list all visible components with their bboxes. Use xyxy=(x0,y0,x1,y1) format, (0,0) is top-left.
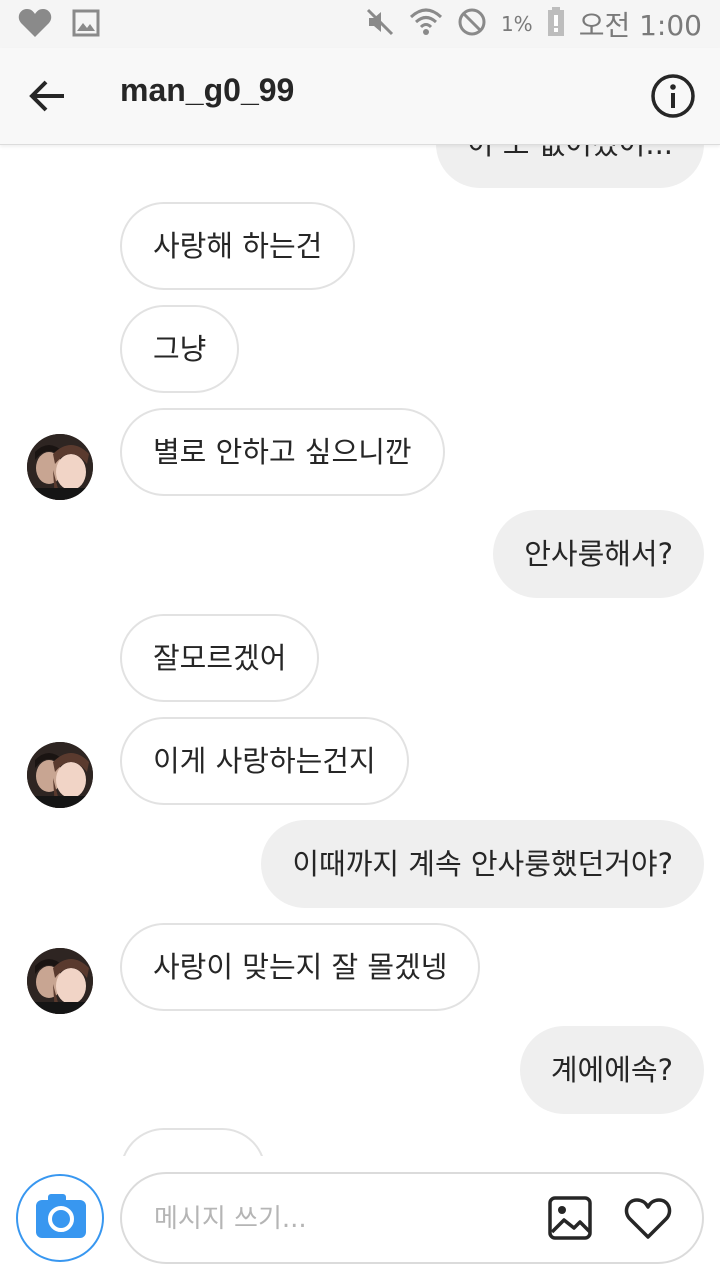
message-bubble-outgoing[interactable]: 안사룽해서? xyxy=(493,510,704,598)
message-bubble-outgoing[interactable]: 이 도 없어졌어... xyxy=(435,144,704,188)
message-bubble-outgoing[interactable]: 계에에속? xyxy=(519,1026,704,1114)
message-bubble-incoming[interactable]: 사랑이 맞는지 잘 몰겠넹 xyxy=(120,923,481,1011)
message-bubble-incoming[interactable]: 별로 안하고 싶으니깐 xyxy=(120,408,445,496)
conversation-title[interactable]: man_g0_99 xyxy=(120,72,294,109)
avatar[interactable] xyxy=(27,948,93,1014)
gallery-button[interactable] xyxy=(546,1194,594,1242)
mute-icon xyxy=(365,7,395,41)
heart-icon xyxy=(18,8,52,42)
message-bubble-incoming[interactable]: 그냥 xyxy=(120,305,240,393)
message-bubble-outgoing[interactable]: 이때까지 계속 안사룽했던거야? xyxy=(261,820,704,908)
message-bubble-incoming[interactable]: 잘모르겠어 xyxy=(120,614,320,702)
image-icon xyxy=(72,9,100,41)
info-icon xyxy=(651,74,695,118)
heart-outline-icon xyxy=(624,1198,672,1239)
gallery-icon xyxy=(548,1196,592,1240)
message-bubble-incoming[interactable] xyxy=(120,1128,266,1156)
battery-icon xyxy=(547,7,565,41)
conversation-header: man_g0_99 xyxy=(0,48,720,145)
message-text: 그냥 xyxy=(153,332,207,366)
like-button[interactable] xyxy=(622,1192,674,1244)
avatar[interactable] xyxy=(27,434,93,500)
message-text: 이 도 없어졌어... xyxy=(466,144,673,161)
message-text: 이게 사랑하는건지 xyxy=(153,744,376,778)
camera-icon xyxy=(36,1194,86,1238)
blocked-icon xyxy=(457,7,487,41)
message-composer xyxy=(0,1156,720,1280)
avatar[interactable] xyxy=(27,742,93,808)
message-text: 사랑이 맞는지 잘 몰겠넹 xyxy=(153,950,448,984)
message-bubble-incoming[interactable]: 사랑해 하는건 xyxy=(120,202,356,290)
message-text: 이때까지 계속 안사룽했던거야? xyxy=(292,847,673,881)
message-input[interactable] xyxy=(152,1194,536,1244)
message-bubble-incoming[interactable]: 이게 사랑하는건지 xyxy=(120,717,409,805)
info-button[interactable] xyxy=(650,73,696,119)
message-input-container[interactable] xyxy=(120,1172,704,1264)
battery-percent: 1% xyxy=(500,12,533,36)
message-text: 잘모르겠어 xyxy=(153,641,287,675)
back-button[interactable] xyxy=(22,70,74,122)
message-list[interactable]: 이 도 없어졌어... 사랑해 하는건 그냥 별로 안하고 싶으니깐 안사룽해서… xyxy=(0,144,720,1156)
message-text: 별로 안하고 싶으니깐 xyxy=(153,435,412,469)
wifi-icon xyxy=(409,7,443,41)
status-bar: 1% 오전 1:00 xyxy=(0,0,720,48)
message-text: 사랑해 하는건 xyxy=(153,229,323,263)
message-text: 안사룽해서? xyxy=(524,537,673,571)
message-text: 계에에속? xyxy=(550,1053,673,1087)
camera-button[interactable] xyxy=(16,1174,104,1262)
status-time: 오전 1:00 xyxy=(578,9,702,42)
arrow-left-icon xyxy=(29,80,64,112)
